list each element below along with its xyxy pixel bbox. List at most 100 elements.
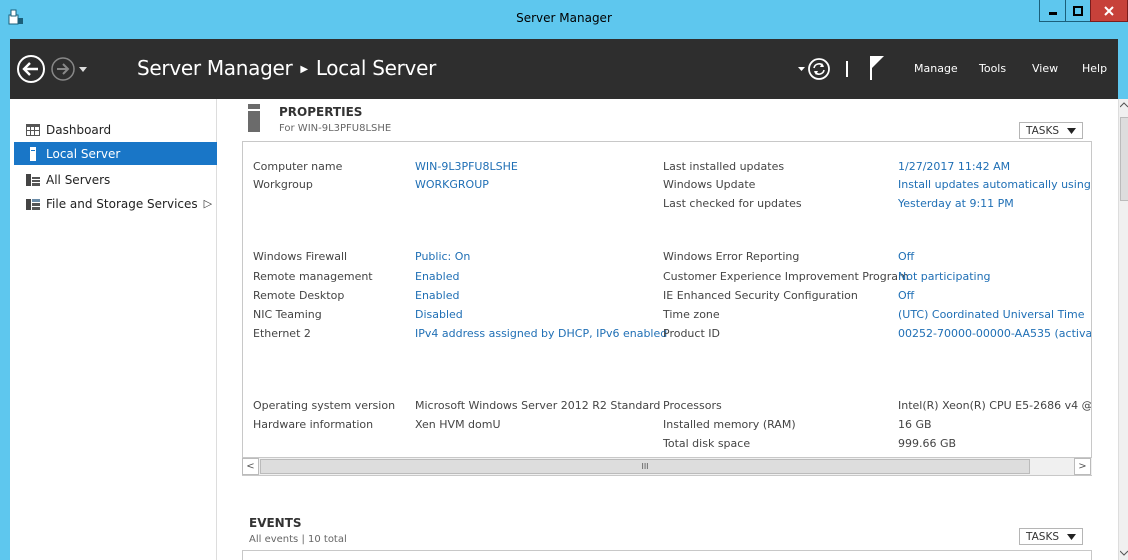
prop-label: IE Enhanced Security Configuration <box>663 289 858 302</box>
prop-label: Total disk space <box>663 437 751 450</box>
maximize-icon <box>1073 5 1083 16</box>
prop-value-link[interactable]: Public: On <box>415 250 470 263</box>
prop-value: 16 GB <box>898 418 932 431</box>
window-title: Server Manager <box>516 11 612 25</box>
prop-label: Computer name <box>253 160 343 173</box>
horizontal-scroll-thumb[interactable]: III <box>260 459 1030 474</box>
sidebar-item-label: Dashboard <box>46 122 112 137</box>
forward-arrow-icon[interactable] <box>51 57 75 81</box>
breadcrumb-root[interactable]: Server Manager <box>137 56 293 80</box>
refresh-icon[interactable] <box>808 58 830 80</box>
sidebar-item-label: File and Storage Services <box>46 196 198 211</box>
events-tasks-button[interactable]: TASKS <box>1019 528 1083 545</box>
prop-value-link[interactable]: 00252-70000-00000-AA535 (activated) <box>898 327 1091 340</box>
scroll-up-arrow-icon[interactable] <box>1120 101 1128 109</box>
prop-label: Operating system version <box>253 399 396 412</box>
expand-arrow-icon[interactable]: ▷ <box>204 197 212 210</box>
menu-help[interactable]: Help <box>1082 62 1107 75</box>
breadcrumb-current: Local Server <box>315 56 436 80</box>
properties-tasks-button[interactable]: TASKS <box>1019 122 1083 139</box>
storage-icon <box>26 198 40 210</box>
prop-value-link[interactable]: Install updates automatically using Wir <box>898 178 1091 191</box>
tasks-label: TASKS <box>1026 530 1059 543</box>
prop-value-link[interactable]: WORKGROUP <box>415 178 489 191</box>
prop-label: Product ID <box>663 327 720 340</box>
breadcrumb-separator-icon: ▶ <box>300 64 308 75</box>
properties-subtitle: For WIN-9L3PFU8LSHE <box>279 123 392 134</box>
events-subtitle: All events | 10 total <box>249 534 347 545</box>
dropdown-triangle-icon <box>1067 127 1076 134</box>
back-arrow-icon[interactable] <box>17 55 45 83</box>
sidebar-item-dashboard[interactable]: Dashboard <box>14 118 217 141</box>
header-bar: Server Manager ▶ Local Server Manage Tools… <box>10 39 1118 99</box>
prop-label: Customer Experience Improvement Program <box>663 270 909 283</box>
prop-label: Windows Error Reporting <box>663 250 800 263</box>
prop-value: 999.66 GB <box>898 437 957 450</box>
vertical-scroll-thumb[interactable] <box>1120 117 1128 201</box>
properties-section-icon <box>248 104 260 132</box>
prop-label: Workgroup <box>253 178 313 191</box>
properties-horizontal-scrollbar[interactable]: < III > <box>242 457 1092 475</box>
prop-value-link[interactable]: Off <box>898 250 914 263</box>
server-icon <box>30 146 36 161</box>
prop-label: Installed memory (RAM) <box>663 418 796 431</box>
prop-label: Remote Desktop <box>253 289 345 302</box>
prop-value-link[interactable]: 1/27/2017 11:42 AM <box>898 160 1010 173</box>
refresh-dropdown-icon[interactable] <box>798 67 805 71</box>
header-divider <box>846 61 848 77</box>
prop-label: Last installed updates <box>663 160 785 173</box>
scroll-grip: III <box>641 462 649 471</box>
main-vertical-scrollbar[interactable] <box>1118 99 1128 560</box>
prop-label: Windows Update <box>663 178 756 191</box>
navigation-buttons <box>17 55 87 83</box>
notifications-flag-icon[interactable] <box>870 56 884 80</box>
minimize-icon <box>1048 11 1057 15</box>
prop-label: Windows Firewall <box>253 250 348 263</box>
prop-label: Hardware information <box>253 418 374 431</box>
scroll-down-arrow-icon[interactable] <box>1120 549 1128 557</box>
prop-value-link[interactable]: Disabled <box>415 308 463 321</box>
servers-icon <box>26 173 40 186</box>
sidebar-item-all-servers[interactable]: All Servers <box>14 168 217 191</box>
prop-value-link[interactable]: (UTC) Coordinated Universal Time <box>898 308 1085 321</box>
events-title: EVENTS <box>249 516 302 530</box>
sidebar: Dashboard Local Server All Servers File … <box>10 99 217 560</box>
close-icon <box>1104 5 1114 16</box>
prop-value-link[interactable]: IPv4 address assigned by DHCP, IPv6 enab… <box>415 327 667 340</box>
prop-value-link[interactable]: WIN-9L3PFU8LSHE <box>415 160 518 173</box>
prop-label: Remote management <box>253 270 373 283</box>
sidebar-item-local-server[interactable]: Local Server <box>14 142 217 165</box>
window-frame-left <box>0 39 10 560</box>
menu-manage[interactable]: Manage <box>914 62 958 75</box>
title-bar: Server Manager <box>0 0 1128 39</box>
main-content: PROPERTIES For WIN-9L3PFU8LSHE TASKS Com… <box>218 99 1118 560</box>
maximize-button[interactable] <box>1065 0 1091 22</box>
sidebar-item-label: Local Server <box>46 146 121 161</box>
prop-value: Intel(R) Xeon(R) CPU E5-2686 v4 @ 2.3 <box>898 399 1092 412</box>
sidebar-item-label: All Servers <box>46 172 111 187</box>
history-dropdown-icon[interactable] <box>79 67 87 72</box>
properties-title: PROPERTIES <box>279 105 363 119</box>
prop-value-link[interactable]: Not participating <box>898 270 991 283</box>
prop-label: Ethernet 2 <box>253 327 311 340</box>
window-frame-right <box>1118 39 1128 99</box>
menu-tools[interactable]: Tools <box>979 62 1006 75</box>
dashboard-icon <box>26 123 40 136</box>
scroll-right-arrow-icon[interactable]: > <box>1074 458 1091 475</box>
prop-value-link[interactable]: Enabled <box>415 270 459 283</box>
scroll-left-arrow-icon[interactable]: < <box>242 458 259 475</box>
tasks-label: TASKS <box>1026 124 1059 137</box>
prop-value-link[interactable]: Yesterday at 9:11 PM <box>898 197 1014 210</box>
prop-label: Processors <box>663 399 722 412</box>
close-button[interactable] <box>1090 0 1128 22</box>
menu-view[interactable]: View <box>1032 62 1058 75</box>
sidebar-item-file-storage[interactable]: File and Storage Services ▷ <box>14 192 217 215</box>
prop-label: NIC Teaming <box>253 308 322 321</box>
properties-panel: Computer name WIN-9L3PFU8LSHE Workgroup … <box>242 141 1092 476</box>
minimize-button[interactable] <box>1039 0 1066 22</box>
prop-value-link[interactable]: Off <box>898 289 914 302</box>
breadcrumb: Server Manager ▶ Local Server <box>137 56 436 80</box>
dropdown-triangle-icon <box>1067 533 1076 540</box>
prop-value-link[interactable]: Enabled <box>415 289 459 302</box>
header-actions <box>798 56 884 80</box>
